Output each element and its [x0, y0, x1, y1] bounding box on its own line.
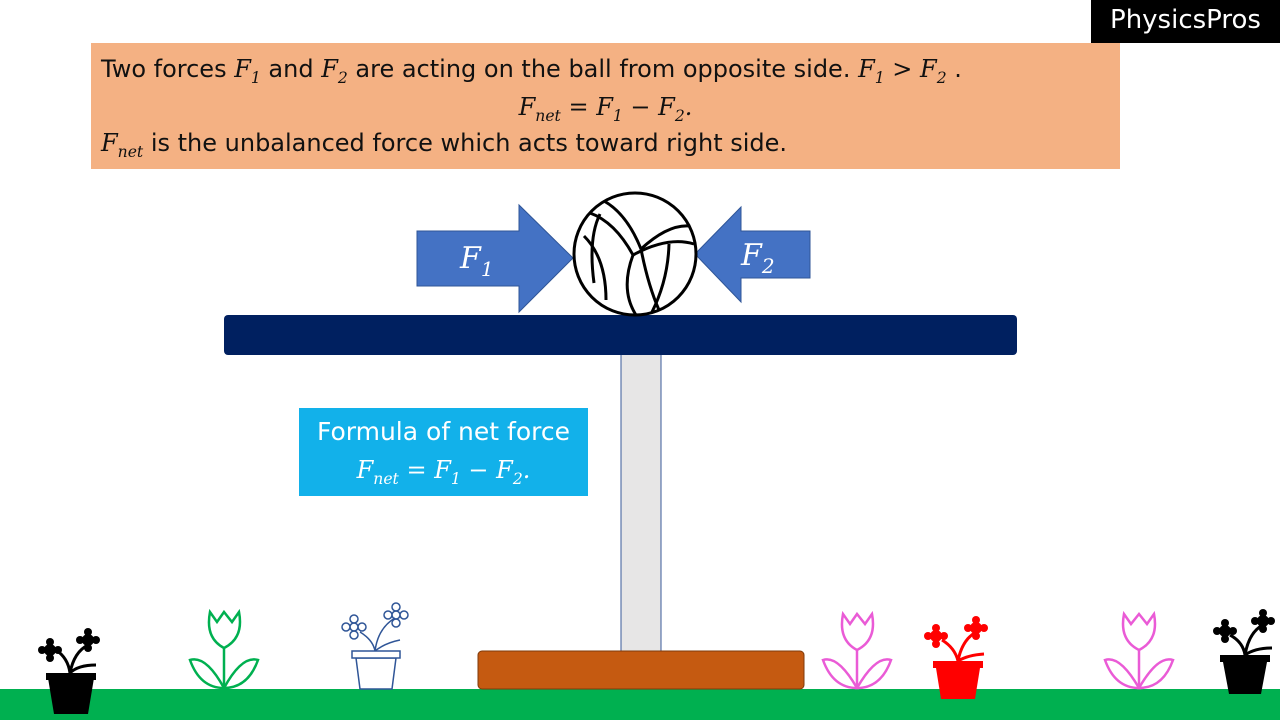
- stand-base: [477, 650, 805, 690]
- formula-expression: Fnet = F1 − F2.: [356, 456, 531, 488]
- pink-tulip-icon: [1103, 610, 1175, 690]
- stand-pole: [620, 353, 662, 653]
- pink-tulip-icon: [821, 610, 893, 690]
- tabletop: [224, 315, 1017, 355]
- formula-title: Formula of net force: [316, 417, 570, 446]
- force-arrow-f2: F2: [694, 205, 811, 304]
- blue-outline-potted-flower-icon: [341, 602, 409, 690]
- red-potted-flower-icon: [924, 616, 988, 699]
- volleyball-icon: [572, 191, 698, 317]
- green-tulip-icon: [188, 608, 260, 690]
- formula-box: Formula of net force Fnet = F1 − F2.: [299, 408, 588, 496]
- black-potted-flower-icon: [1213, 609, 1275, 694]
- ground: [0, 689, 1280, 720]
- force-arrow-f1: F1: [416, 203, 574, 314]
- force-diagram: F1 F2: [0, 191, 1280, 720]
